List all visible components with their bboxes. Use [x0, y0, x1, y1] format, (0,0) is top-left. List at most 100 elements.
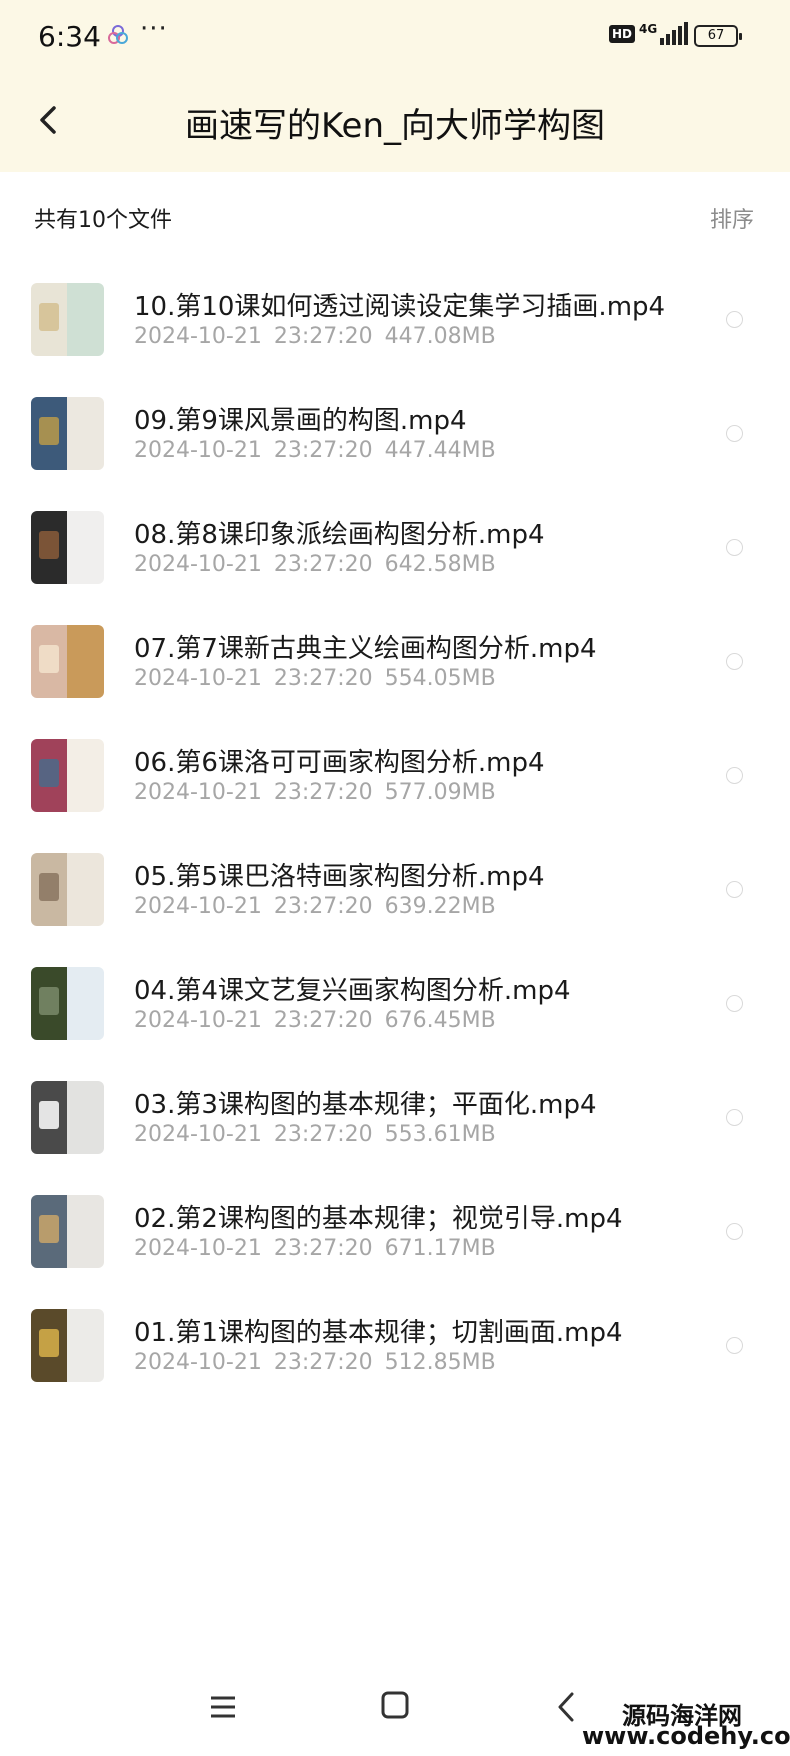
status-bar: 6:34 ··· HD 4G 67	[0, 0, 790, 72]
file-row[interactable]: 03.第3课构图的基本规律；平面化.mp4 2024-10-21 23:27:20 5…	[0, 1056, 790, 1170]
file-date: 2024-10-21	[134, 780, 262, 805]
select-radio[interactable]	[726, 653, 743, 670]
system-nav-bar: 源码海洋网 www.codehy.com	[0, 1672, 790, 1756]
file-time: 23:27:20	[273, 894, 373, 919]
top-area: 6:34 ··· HD 4G 67 画速写的Ken_向大师学构图	[0, 0, 790, 172]
file-name: 09.第9课风景画的构图.mp4	[134, 406, 467, 436]
select-radio[interactable]	[726, 995, 743, 1012]
file-date: 2024-10-21	[134, 1236, 262, 1261]
video-thumbnail	[31, 511, 104, 584]
recent-apps-icon[interactable]	[208, 1692, 238, 1722]
file-size: 554.05MB	[384, 666, 496, 691]
file-name: 01.第1课构图的基本规律；切割画面.mp4	[134, 1318, 623, 1348]
file-row[interactable]: 02.第2课构图的基本规律；视觉引导.mp4 2024-10-21 23:27:20…	[0, 1170, 790, 1284]
network-type-label: 4G	[639, 22, 658, 36]
file-name: 04.第4课文艺复兴画家构图分析.mp4	[134, 976, 571, 1006]
file-date: 2024-10-21	[134, 552, 262, 577]
more-dots-icon: ···	[140, 14, 168, 44]
file-size: 447.44MB	[384, 438, 496, 463]
file-size: 553.61MB	[384, 1122, 496, 1147]
file-row[interactable]: 08.第8课印象派绘画构图分析.mp4 2024-10-21 23:27:20 642…	[0, 486, 790, 600]
file-time: 23:27:20	[273, 1236, 373, 1261]
file-time: 23:27:20	[273, 438, 373, 463]
sort-button[interactable]: 排序	[710, 202, 754, 234]
file-size: 671.17MB	[384, 1236, 496, 1261]
file-date: 2024-10-21	[134, 1008, 262, 1033]
file-date: 2024-10-21	[134, 1122, 262, 1147]
header: 画速写的Ken_向大师学构图	[0, 72, 790, 172]
file-name: 05.第5课巴洛特画家构图分析.mp4	[134, 862, 545, 892]
file-meta: 2024-10-21 23:27:20 671.17MB	[134, 1236, 496, 1261]
file-row[interactable]: 05.第5课巴洛特画家构图分析.mp4 2024-10-21 23:27:20 639…	[0, 828, 790, 942]
file-time: 23:27:20	[273, 666, 373, 691]
video-thumbnail	[31, 739, 104, 812]
file-date: 2024-10-21	[134, 666, 262, 691]
file-size: 642.58MB	[384, 552, 496, 577]
select-radio[interactable]	[726, 1337, 743, 1354]
select-radio[interactable]	[726, 425, 743, 442]
select-radio[interactable]	[726, 311, 743, 328]
file-row[interactable]: 06.第6课洛可可画家构图分析.mp4 2024-10-21 23:27:20 577…	[0, 714, 790, 828]
nav-back-icon[interactable]	[552, 1690, 582, 1724]
file-name: 10.第10课如何透过阅读设定集学习插画.mp4	[134, 292, 666, 322]
file-time: 23:27:20	[273, 1008, 373, 1033]
file-meta: 2024-10-21 23:27:20 577.09MB	[134, 780, 496, 805]
hd-icon: HD	[609, 25, 636, 43]
file-time: 23:27:20	[273, 780, 373, 805]
file-list-screen: 6:34 ··· HD 4G 67 画速写的Ken_向大师学构图 共有10个文件…	[0, 0, 790, 1756]
file-size: 577.09MB	[384, 780, 496, 805]
signal-strength-icon	[660, 22, 688, 45]
file-name: 02.第2课构图的基本规律；视觉引导.mp4	[134, 1204, 623, 1234]
video-thumbnail	[31, 853, 104, 926]
file-time: 23:27:20	[273, 324, 373, 349]
file-date: 2024-10-21	[134, 324, 262, 349]
select-radio[interactable]	[726, 767, 743, 784]
video-thumbnail	[31, 397, 104, 470]
file-meta: 2024-10-21 23:27:20 447.08MB	[134, 324, 496, 349]
app-notification-icon	[108, 25, 128, 44]
file-time: 23:27:20	[273, 1350, 373, 1375]
video-thumbnail	[31, 1195, 104, 1268]
video-thumbnail	[31, 283, 104, 356]
file-meta: 2024-10-21 23:27:20 676.45MB	[134, 1008, 496, 1033]
video-thumbnail	[31, 1081, 104, 1154]
file-name: 07.第7课新古典主义绘画构图分析.mp4	[134, 634, 597, 664]
file-count-label: 共有10个文件	[34, 208, 172, 233]
file-meta: 2024-10-21 23:27:20 447.44MB	[134, 438, 496, 463]
file-date: 2024-10-21	[134, 1350, 262, 1375]
file-date: 2024-10-21	[134, 438, 262, 463]
video-thumbnail	[31, 1309, 104, 1382]
select-radio[interactable]	[726, 539, 743, 556]
file-row[interactable]: 07.第7课新古典主义绘画构图分析.mp4 2024-10-21 23:27:20 5…	[0, 600, 790, 714]
file-time: 23:27:20	[273, 552, 373, 577]
battery-icon: 67	[694, 25, 742, 47]
file-name: 08.第8课印象派绘画构图分析.mp4	[134, 520, 545, 550]
select-radio[interactable]	[726, 1109, 743, 1126]
list-header: 共有10个文件 排序	[0, 172, 790, 258]
file-time: 23:27:20	[273, 1122, 373, 1147]
home-icon[interactable]	[380, 1690, 410, 1720]
file-meta: 2024-10-21 23:27:20 642.58MB	[134, 552, 496, 577]
select-radio[interactable]	[726, 881, 743, 898]
file-list: 10.第10课如何透过阅读设定集学习插画.mp4 2024-10-21 23:27:…	[0, 258, 790, 1398]
file-meta: 2024-10-21 23:27:20 554.05MB	[134, 666, 496, 691]
status-time: 6:34	[38, 20, 101, 53]
file-row[interactable]: 09.第9课风景画的构图.mp4 2024-10-21 23:27:20 447.44…	[0, 372, 790, 486]
file-name: 06.第6课洛可可画家构图分析.mp4	[134, 748, 545, 778]
video-thumbnail	[31, 967, 104, 1040]
file-meta: 2024-10-21 23:27:20 639.22MB	[134, 894, 496, 919]
file-size: 639.22MB	[384, 894, 496, 919]
file-meta: 2024-10-21 23:27:20 553.61MB	[134, 1122, 496, 1147]
file-date: 2024-10-21	[134, 894, 262, 919]
file-row[interactable]: 04.第4课文艺复兴画家构图分析.mp4 2024-10-21 23:27:20 67…	[0, 942, 790, 1056]
file-name: 03.第3课构图的基本规律；平面化.mp4	[134, 1090, 597, 1120]
select-radio[interactable]	[726, 1223, 743, 1240]
file-size: 447.08MB	[384, 324, 496, 349]
file-row[interactable]: 10.第10课如何透过阅读设定集学习插画.mp4 2024-10-21 23:27:…	[0, 258, 790, 372]
file-meta: 2024-10-21 23:27:20 512.85MB	[134, 1350, 496, 1375]
file-row[interactable]: 01.第1课构图的基本规律；切割画面.mp4 2024-10-21 23:27:20…	[0, 1284, 790, 1398]
video-thumbnail	[31, 625, 104, 698]
file-size: 676.45MB	[384, 1008, 496, 1033]
watermark-url: www.codehy.com	[582, 1722, 790, 1750]
page-title: 画速写的Ken_向大师学构图	[184, 106, 606, 146]
